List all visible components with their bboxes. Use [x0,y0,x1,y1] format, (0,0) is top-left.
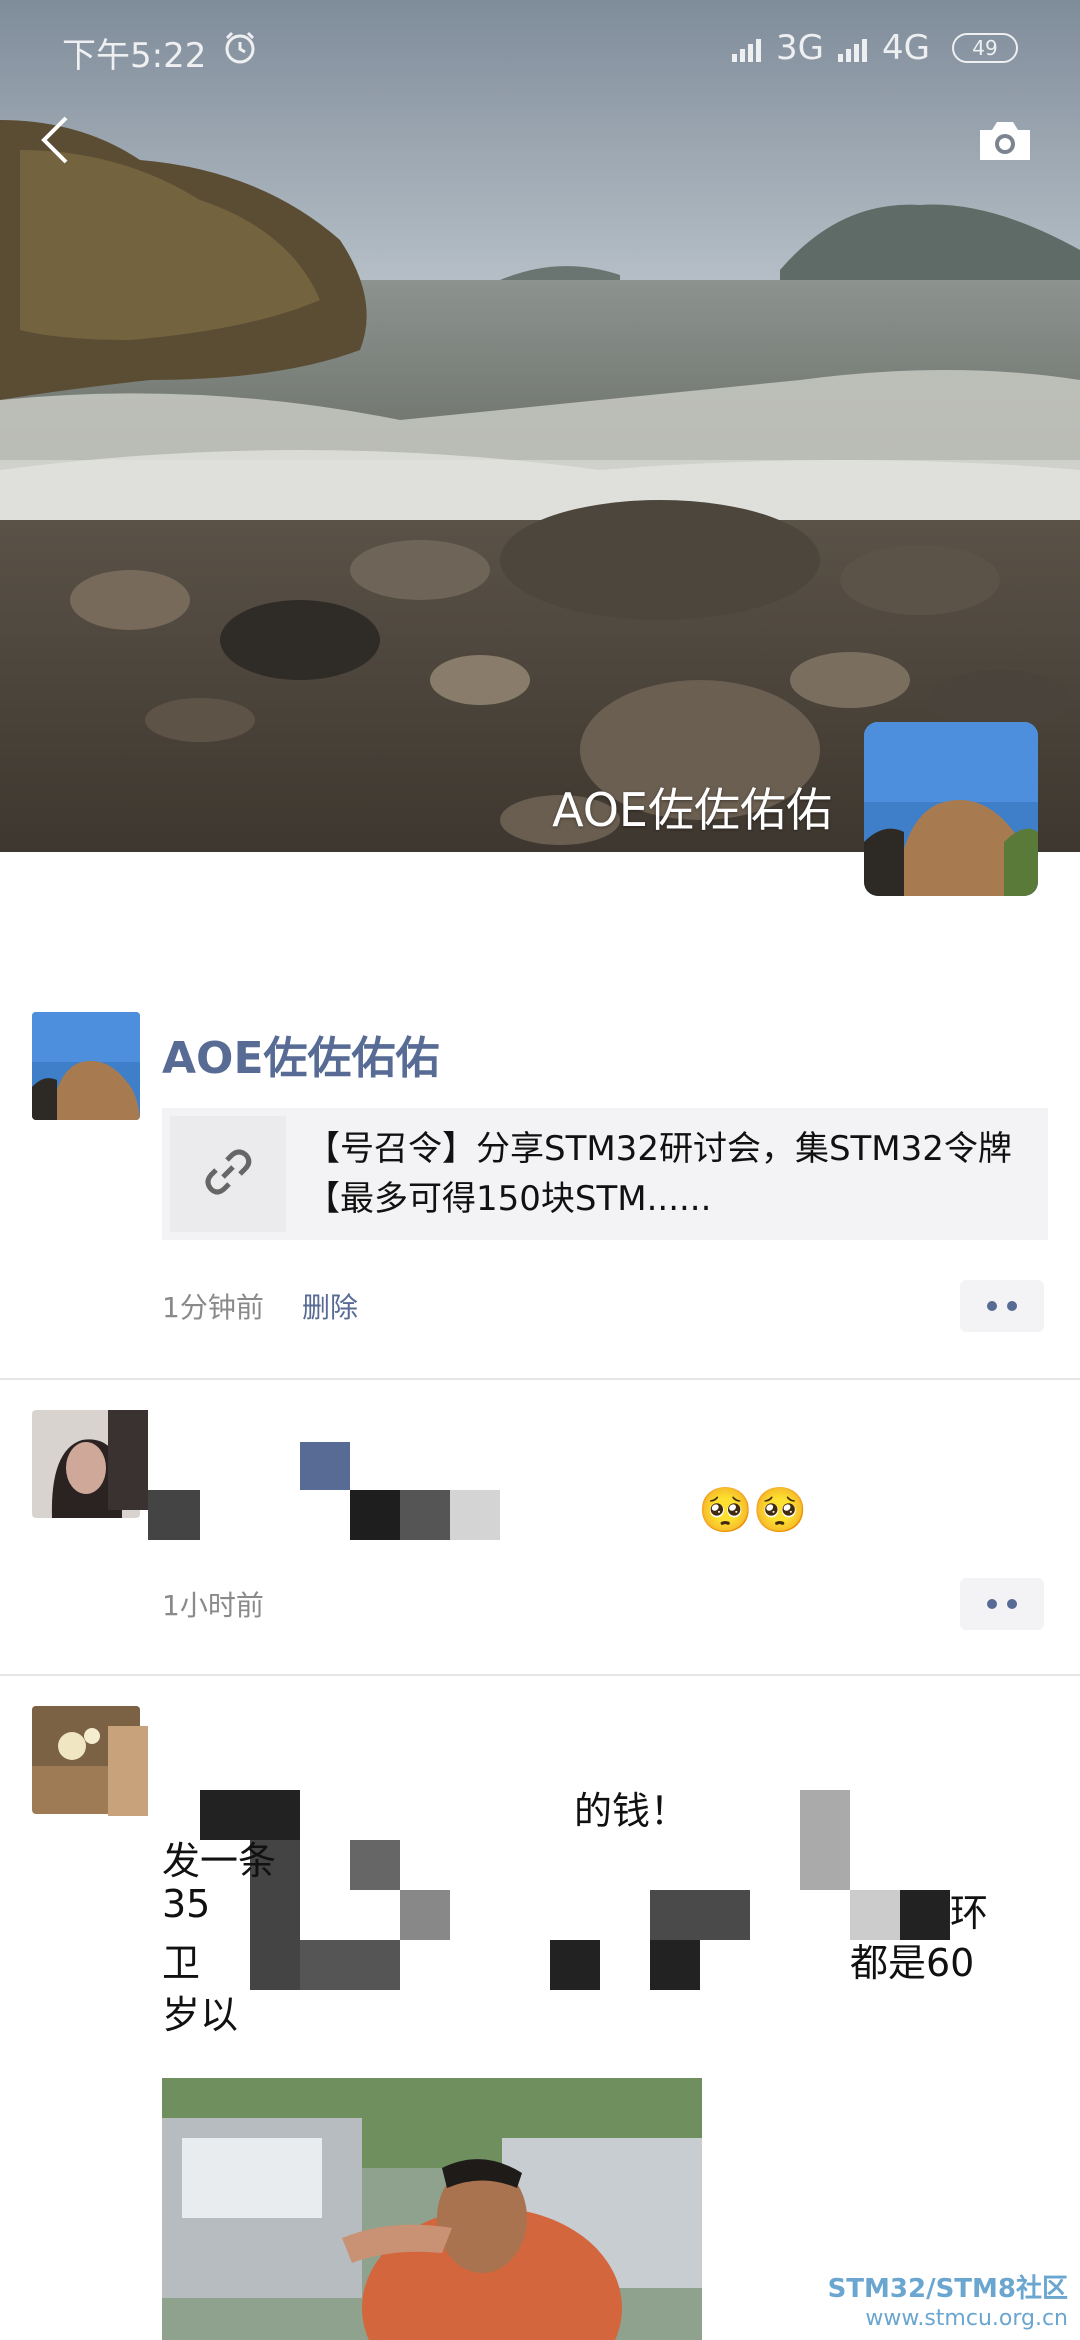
redacted-block [108,1726,148,1816]
post-timestamp: 1分钟前 [162,1291,264,1324]
link-icon [201,1145,255,1203]
redacted-block [400,1490,450,1540]
redacted-block [350,1840,400,1890]
post-text-fragment: 的钱！ [574,1789,689,1833]
avatar[interactable] [32,1012,140,1120]
back-icon[interactable] [36,112,76,168]
watermark-line-1: STM32/STM8社区 [827,2274,1068,2304]
camera-icon[interactable] [976,118,1034,164]
shared-link-card[interactable]: 【号召令】分享STM32研讨会，集STM32令牌【最多可得150块STM....… [162,1108,1048,1240]
battery-icon: 49 [952,33,1018,63]
signal-icon [732,34,768,62]
profile-avatar[interactable] [864,722,1038,896]
post-text-fragment: 都是60 [850,1941,975,1985]
redacted-block [550,1940,600,1990]
more-icon[interactable] [960,1578,1044,1630]
post-photo[interactable] [162,2078,702,2340]
moments-page: 下午5:22 3G 4G 49 AOE佐佐佑佑 AOE佐佐佑佑 【号召令】分享S… [0,0,1080,2340]
redacted-block [450,1490,500,1540]
redacted-block [300,1940,400,1990]
link-title: 【号召令】分享STM32研讨会，集STM32令牌【最多可得150块STM....… [306,1129,1012,1219]
redacted-block [350,1490,400,1540]
post-author-name[interactable]: AOE佐佐佑佑 [162,1022,440,1086]
redacted-block [800,1790,850,1890]
redacted-block [400,1890,450,1940]
redacted-block [148,1490,200,1540]
post-text-fragment: 环 [950,1891,989,1935]
watermark: STM32/STM8社区 www.stmcu.org.cn [828,2274,1068,2334]
watermark-line-2: www.stmcu.org.cn [865,2306,1068,2331]
status-bar: 下午5:22 3G 4G 49 [0,0,1080,96]
emoji: 🥺🥺 [698,1485,808,1536]
post-text-fragment: 35 [162,1882,211,1926]
cover-user-name: AOE佐佐佑佑 [552,783,832,837]
redacted-block [108,1410,148,1510]
more-icon[interactable] [960,1280,1044,1332]
divider [0,1378,1080,1380]
redacted-block [650,1890,750,1940]
redacted-block [300,1442,350,1490]
post-text-fragment: 卫 [162,1941,201,1985]
network-label-3g: 3G [776,28,825,68]
delete-button[interactable]: 删除 [302,1286,358,1326]
redacted-block [650,1940,700,1990]
post-text-fragment: 发一条 [162,1839,277,1883]
post-timestamp: 1小时前 [162,1589,264,1622]
signal-icon [838,34,874,62]
divider [0,1674,1080,1676]
status-indicators: 3G 4G 49 [732,28,1018,68]
network-label-4g: 4G [882,28,930,68]
battery-level: 49 [972,36,998,60]
link-thumbnail [170,1116,286,1232]
post-text-fragment: 岁以 [162,1993,239,2037]
alarm-icon [222,30,258,66]
status-time: 下午5:22 [62,36,207,76]
